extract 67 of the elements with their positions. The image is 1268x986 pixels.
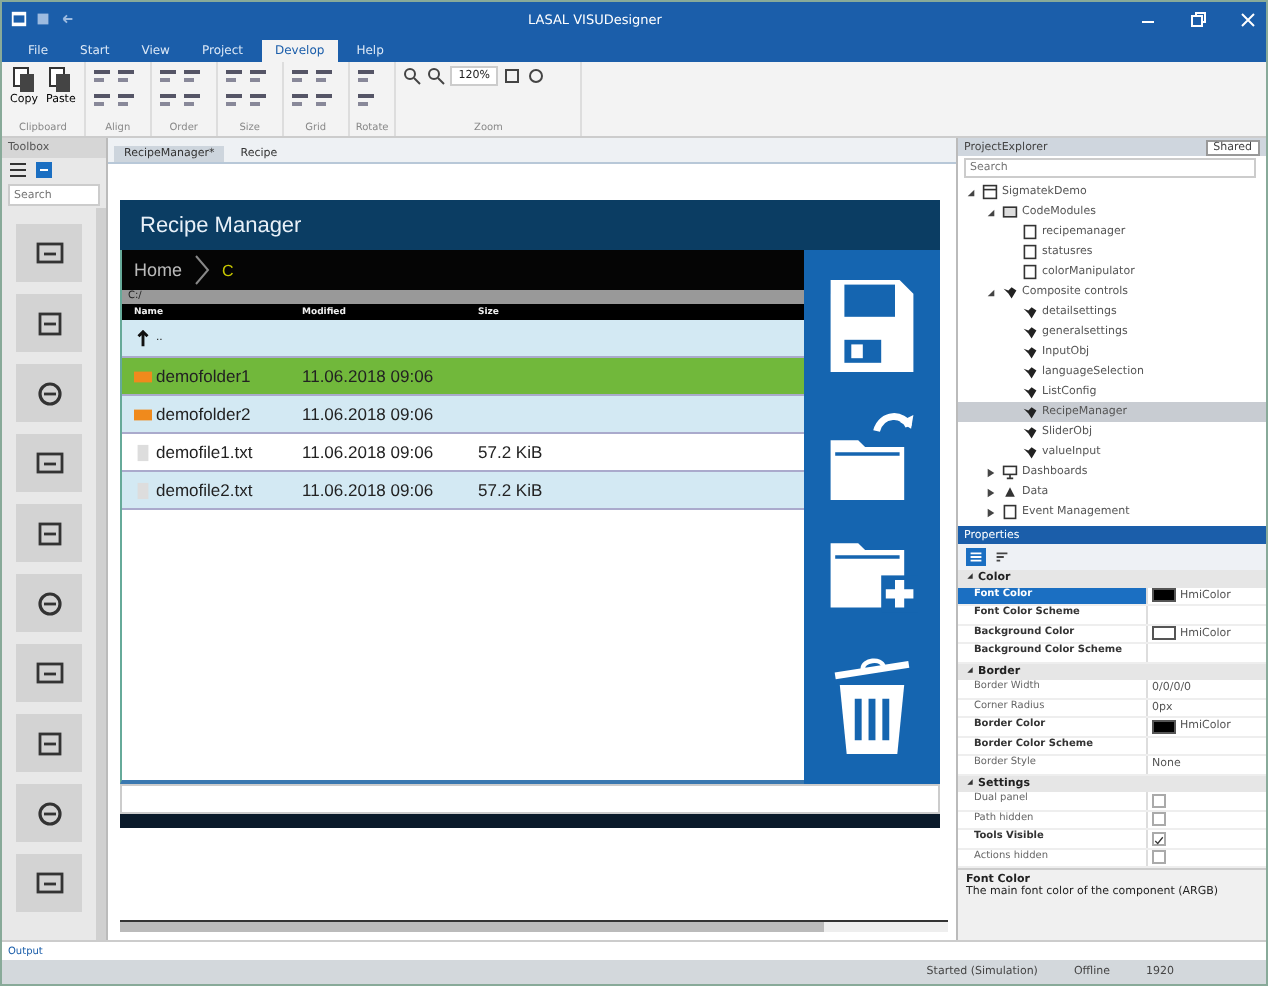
up-arrow-icon — [134, 329, 152, 347]
tool-icon[interactable] — [247, 90, 268, 110]
folder-icon — [134, 367, 152, 385]
file-row[interactable]: demofolder1 11.06.2018 09:06 — [122, 358, 804, 396]
tool-icon[interactable] — [313, 90, 334, 110]
triangle-icon — [1002, 484, 1018, 501]
folder-icon — [1002, 204, 1018, 221]
collapse-arrow-icon[interactable] — [966, 665, 974, 674]
modified-date: 11.06.2018 09:06 — [302, 442, 436, 462]
sort-icon[interactable] — [992, 548, 1012, 567]
color-swatch[interactable] — [1152, 719, 1176, 734]
modified-date: 11.06.2018 09:06 — [302, 404, 436, 424]
list-view-icon[interactable] — [8, 160, 28, 180]
color-swatch[interactable] — [1152, 588, 1176, 603]
file-row[interactable]: demofile2.txt 11.06.2018 09:06 57.2 KiB — [122, 472, 804, 510]
restore-icon[interactable] — [1188, 9, 1208, 29]
tool-icon[interactable] — [115, 66, 136, 86]
collapse-arrow-icon[interactable] — [966, 572, 974, 581]
undo-icon[interactable] — [58, 10, 76, 28]
tool-icon[interactable] — [115, 90, 136, 110]
zoom-in-icon[interactable] — [402, 66, 423, 86]
collapse-arrow-icon[interactable] — [986, 287, 996, 298]
checkbox[interactable] — [1152, 793, 1166, 808]
file-size: 57.2 KiB — [478, 442, 545, 462]
tool-icon[interactable] — [247, 66, 268, 86]
modified-date: 11.06.2018 09:06 — [302, 480, 436, 500]
tool-icon[interactable] — [91, 90, 112, 110]
widget-title: Recipe Manager — [140, 213, 302, 237]
collapse-arrow-icon[interactable] — [966, 777, 974, 786]
zoom-out-icon[interactable] — [426, 66, 447, 86]
checkbox[interactable] — [1152, 850, 1166, 865]
file-name: demofile1.txt — [156, 442, 253, 462]
save-icon[interactable] — [34, 10, 52, 28]
tool-icon[interactable] — [355, 90, 376, 110]
color-swatch[interactable] — [1152, 626, 1176, 641]
tool-icon[interactable] — [223, 66, 244, 86]
file-row[interactable]: demofolder2 11.06.2018 09:06 — [122, 396, 804, 434]
tool-icon[interactable] — [91, 66, 112, 86]
tool-icon[interactable] — [313, 66, 334, 86]
horizontal-scrollbar[interactable] — [120, 920, 948, 932]
tool-icon[interactable] — [157, 90, 178, 110]
tool-icon[interactable] — [289, 66, 310, 86]
tool-icon[interactable] — [181, 90, 202, 110]
chevron-icon — [194, 254, 211, 286]
close-icon[interactable] — [1238, 9, 1258, 29]
file-icon — [134, 443, 152, 461]
checkbox[interactable] — [1152, 831, 1166, 846]
folder-icon — [134, 405, 152, 423]
breadcrumb-item[interactable]: C — [222, 261, 234, 279]
breadcrumb-item[interactable]: Home — [134, 260, 183, 280]
tool-icon[interactable] — [289, 90, 310, 110]
document-icon — [1002, 504, 1018, 521]
modified-date: 11.06.2018 09:06 — [302, 366, 436, 386]
file-name: demofile2.txt — [156, 480, 253, 500]
tool-icon[interactable] — [181, 66, 202, 86]
checkbox[interactable] — [1152, 812, 1166, 827]
grid-view-icon[interactable] — [34, 160, 54, 180]
tool-icon[interactable] — [355, 66, 376, 86]
tool-icon[interactable] — [223, 90, 244, 110]
app-icon — [10, 10, 28, 28]
file-size: 57.2 KiB — [478, 480, 545, 500]
categorized-icon[interactable] — [966, 548, 986, 567]
file-name: demofolder2 — [156, 404, 251, 424]
fit-icon[interactable] — [501, 66, 522, 86]
project-icon — [982, 184, 998, 201]
tool-icon[interactable] — [157, 66, 178, 86]
file-name: demofolder1 — [156, 366, 251, 386]
